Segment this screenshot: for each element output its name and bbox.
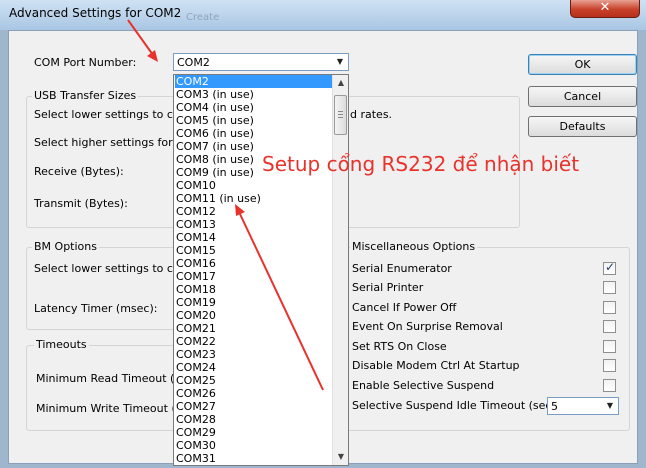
- arrow-to-com11: [235, 204, 324, 391]
- arrow-to-com-port: [127, 19, 158, 62]
- annotation-arrows: [127, 19, 324, 391]
